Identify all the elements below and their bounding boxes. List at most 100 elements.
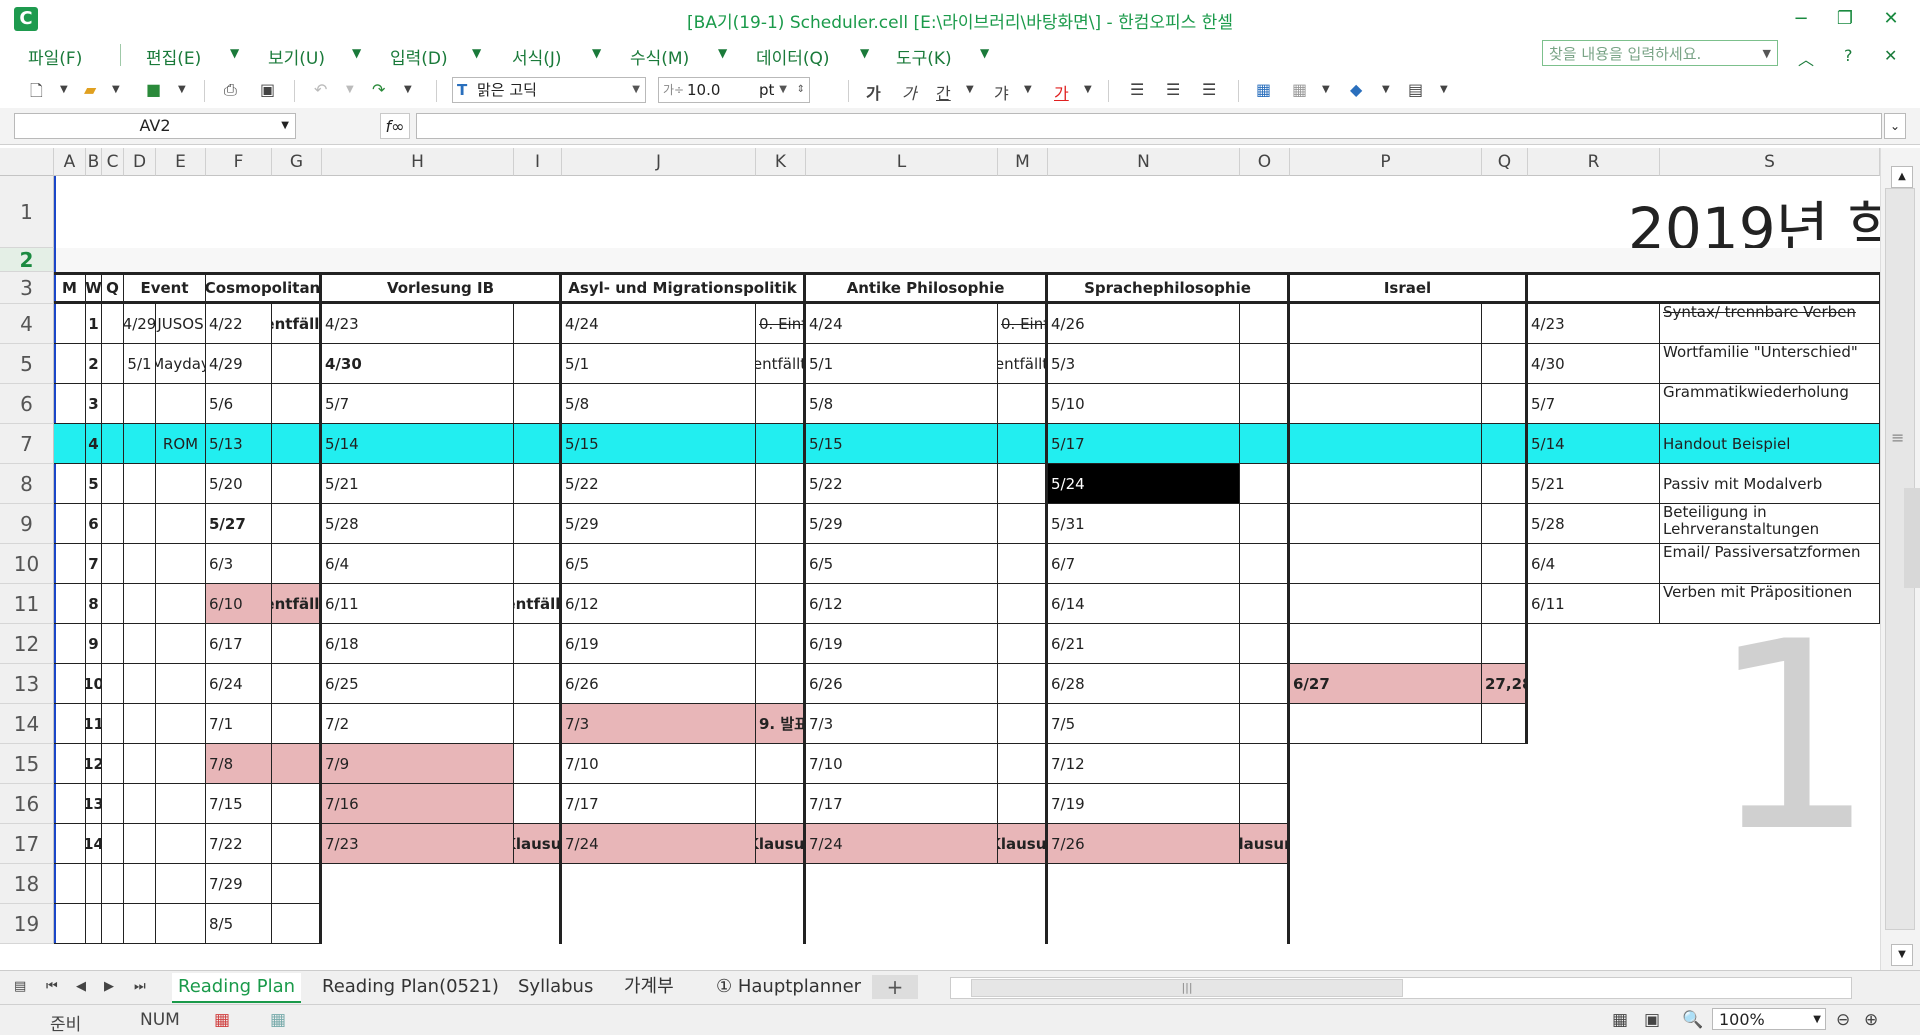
header-q[interactable]: Q	[102, 272, 124, 304]
chevron-down-icon[interactable]: ▼	[472, 46, 481, 60]
cell-event-date[interactable]	[124, 704, 156, 744]
cell-vorlesung-topic[interactable]	[514, 424, 562, 464]
cell-asyl-date[interactable]: 6/12	[562, 584, 756, 624]
cell-cosmo-date[interactable]: 6/17	[206, 624, 272, 664]
cell-sprach-date[interactable]: 5/24	[1048, 464, 1240, 504]
cell-antike-topic[interactable]	[998, 744, 1048, 784]
cell-antike-topic[interactable]: (entfällt)	[998, 344, 1048, 384]
cell-vorlesung-date[interactable]: 7/2	[322, 704, 514, 744]
first-sheet-icon[interactable]: ⏮	[46, 979, 58, 994]
cell-sprach-topic[interactable]	[1240, 344, 1290, 384]
cell-vorlesung-date[interactable]: 7/16	[322, 784, 514, 824]
name-box[interactable]: AV2 ▼	[14, 113, 296, 139]
select-all-corner[interactable]	[0, 148, 54, 176]
chevron-down-icon[interactable]: ▼	[966, 84, 974, 104]
cell-asyl-date[interactable]: 5/8	[562, 384, 756, 424]
zoom-in-icon[interactable]: ⊕	[1864, 1010, 1878, 1030]
cell-event-date[interactable]	[124, 904, 156, 944]
cell-cosmo-topic[interactable]	[272, 744, 322, 784]
cell-r-date[interactable]: 6/11	[1528, 584, 1660, 624]
row-header[interactable]: 18	[0, 864, 54, 904]
header-m[interactable]: M	[54, 272, 86, 304]
cell-antike-date[interactable]: 7/10	[806, 744, 998, 784]
open-folder-icon[interactable]: ▰	[84, 80, 96, 100]
cell-antike-topic[interactable]	[998, 624, 1048, 664]
cell-asyl-date[interactable]: 7/24	[562, 824, 756, 864]
cell-antike-date[interactable]: 7/3	[806, 704, 998, 744]
cell-sprach-date[interactable]: 5/31	[1048, 504, 1240, 544]
cell-event-name[interactable]	[156, 544, 206, 584]
cell-sprach-topic[interactable]	[1240, 664, 1290, 704]
cell-sprach-topic[interactable]	[1240, 704, 1290, 744]
cell-vorlesung-topic[interactable]	[514, 784, 562, 824]
cell-empty[interactable]	[1048, 864, 1290, 904]
help-button[interactable]: ?	[1844, 46, 1853, 65]
cell-sprach-topic[interactable]	[1240, 584, 1290, 624]
cell-antike-date[interactable]: 5/22	[806, 464, 998, 504]
cell-cosmo-topic[interactable]	[272, 624, 322, 664]
cell-antike-topic[interactable]	[998, 464, 1048, 504]
cell-vorlesung-date[interactable]: 6/25	[322, 664, 514, 704]
row-header[interactable]: 8	[0, 464, 54, 504]
cell-vorlesung-topic[interactable]	[514, 544, 562, 584]
cell-vorlesung-topic[interactable]	[514, 504, 562, 544]
row-header[interactable]: 5	[0, 344, 54, 384]
cell-week[interactable]: 8	[86, 584, 102, 624]
row-header[interactable]: 1	[0, 176, 54, 248]
align-left-icon[interactable]: ☰	[1130, 80, 1144, 100]
format-list-icon[interactable]: ▤	[1408, 80, 1423, 100]
cell-asyl-topic[interactable]	[756, 424, 806, 464]
cell-empty[interactable]	[1048, 904, 1290, 944]
cell-israel-topic[interactable]	[1482, 344, 1528, 384]
print-preview-icon[interactable]: ▣	[260, 80, 275, 100]
cell-m[interactable]	[54, 784, 86, 824]
cell-q[interactable]	[102, 704, 124, 744]
chevron-down-icon[interactable]: ▼	[281, 114, 289, 138]
cell-asyl-date[interactable]: 6/19	[562, 624, 756, 664]
cell-q[interactable]	[102, 544, 124, 584]
cell-asyl-topic[interactable]	[756, 784, 806, 824]
cell-empty[interactable]	[322, 864, 562, 904]
column-header[interactable]: E	[156, 148, 206, 176]
cell-vorlesung-date[interactable]: 5/28	[322, 504, 514, 544]
cell-r-date[interactable]: 5/7	[1528, 384, 1660, 424]
zoom-search-icon[interactable]: 🔍	[1682, 1010, 1703, 1030]
font-name-select[interactable]: T 맑은 고딕 ▼	[452, 77, 646, 103]
chevron-down-icon[interactable]: ▼	[718, 46, 727, 60]
column-header[interactable]: H	[322, 148, 514, 176]
bold-button[interactable]: 가	[866, 80, 881, 103]
column-header[interactable]: N	[1048, 148, 1240, 176]
cell-israel-date[interactable]	[1290, 384, 1482, 424]
cell-cosmo-topic[interactable]	[272, 784, 322, 824]
cell-event-date[interactable]	[124, 864, 156, 904]
cell-asyl-topic[interactable]	[756, 544, 806, 584]
column-header[interactable]: M	[998, 148, 1048, 176]
menu-format[interactable]: 서식(J)	[512, 44, 562, 69]
cell-r-date[interactable]: 5/28	[1528, 504, 1660, 544]
header-antike[interactable]: Antike Philosophie	[806, 272, 1048, 304]
cell-cosmo-date[interactable]: 4/29	[206, 344, 272, 384]
cell-s-topic[interactable]: Syntax/ trennbare Verben	[1660, 304, 1880, 344]
column-header[interactable]: K	[756, 148, 806, 176]
cell-s-topic[interactable]: Passiv mit Modalverb	[1660, 464, 1880, 504]
cell-r-date[interactable]: 5/21	[1528, 464, 1660, 504]
spinner-icon[interactable]: ⇕	[797, 78, 805, 102]
underline-button[interactable]: 간	[936, 80, 951, 103]
chevron-down-icon[interactable]: ▼	[632, 78, 640, 102]
cell-asyl-date[interactable]: 5/15	[562, 424, 756, 464]
column-header[interactable]: I	[514, 148, 562, 176]
cell-cosmo-topic[interactable]	[272, 504, 322, 544]
cell-q[interactable]	[102, 384, 124, 424]
cell-israel-date[interactable]	[1290, 344, 1482, 384]
cell-m[interactable]	[54, 624, 86, 664]
cell-cosmo-date[interactable]: 6/24	[206, 664, 272, 704]
cell-sprach-date[interactable]: 7/12	[1048, 744, 1240, 784]
cell-r-date[interactable]: 5/14	[1528, 424, 1660, 464]
cell-vorlesung-topic[interactable]	[514, 344, 562, 384]
cell-q[interactable]	[102, 344, 124, 384]
menu-data[interactable]: 데이터(Q)	[756, 44, 830, 69]
chevron-down-icon[interactable]: ▼	[1763, 41, 1771, 67]
save-icon[interactable]: ■	[146, 80, 161, 100]
zoom-select[interactable]: 100% ▼	[1712, 1008, 1826, 1030]
cell-sprach-date[interactable]: 6/7	[1048, 544, 1240, 584]
